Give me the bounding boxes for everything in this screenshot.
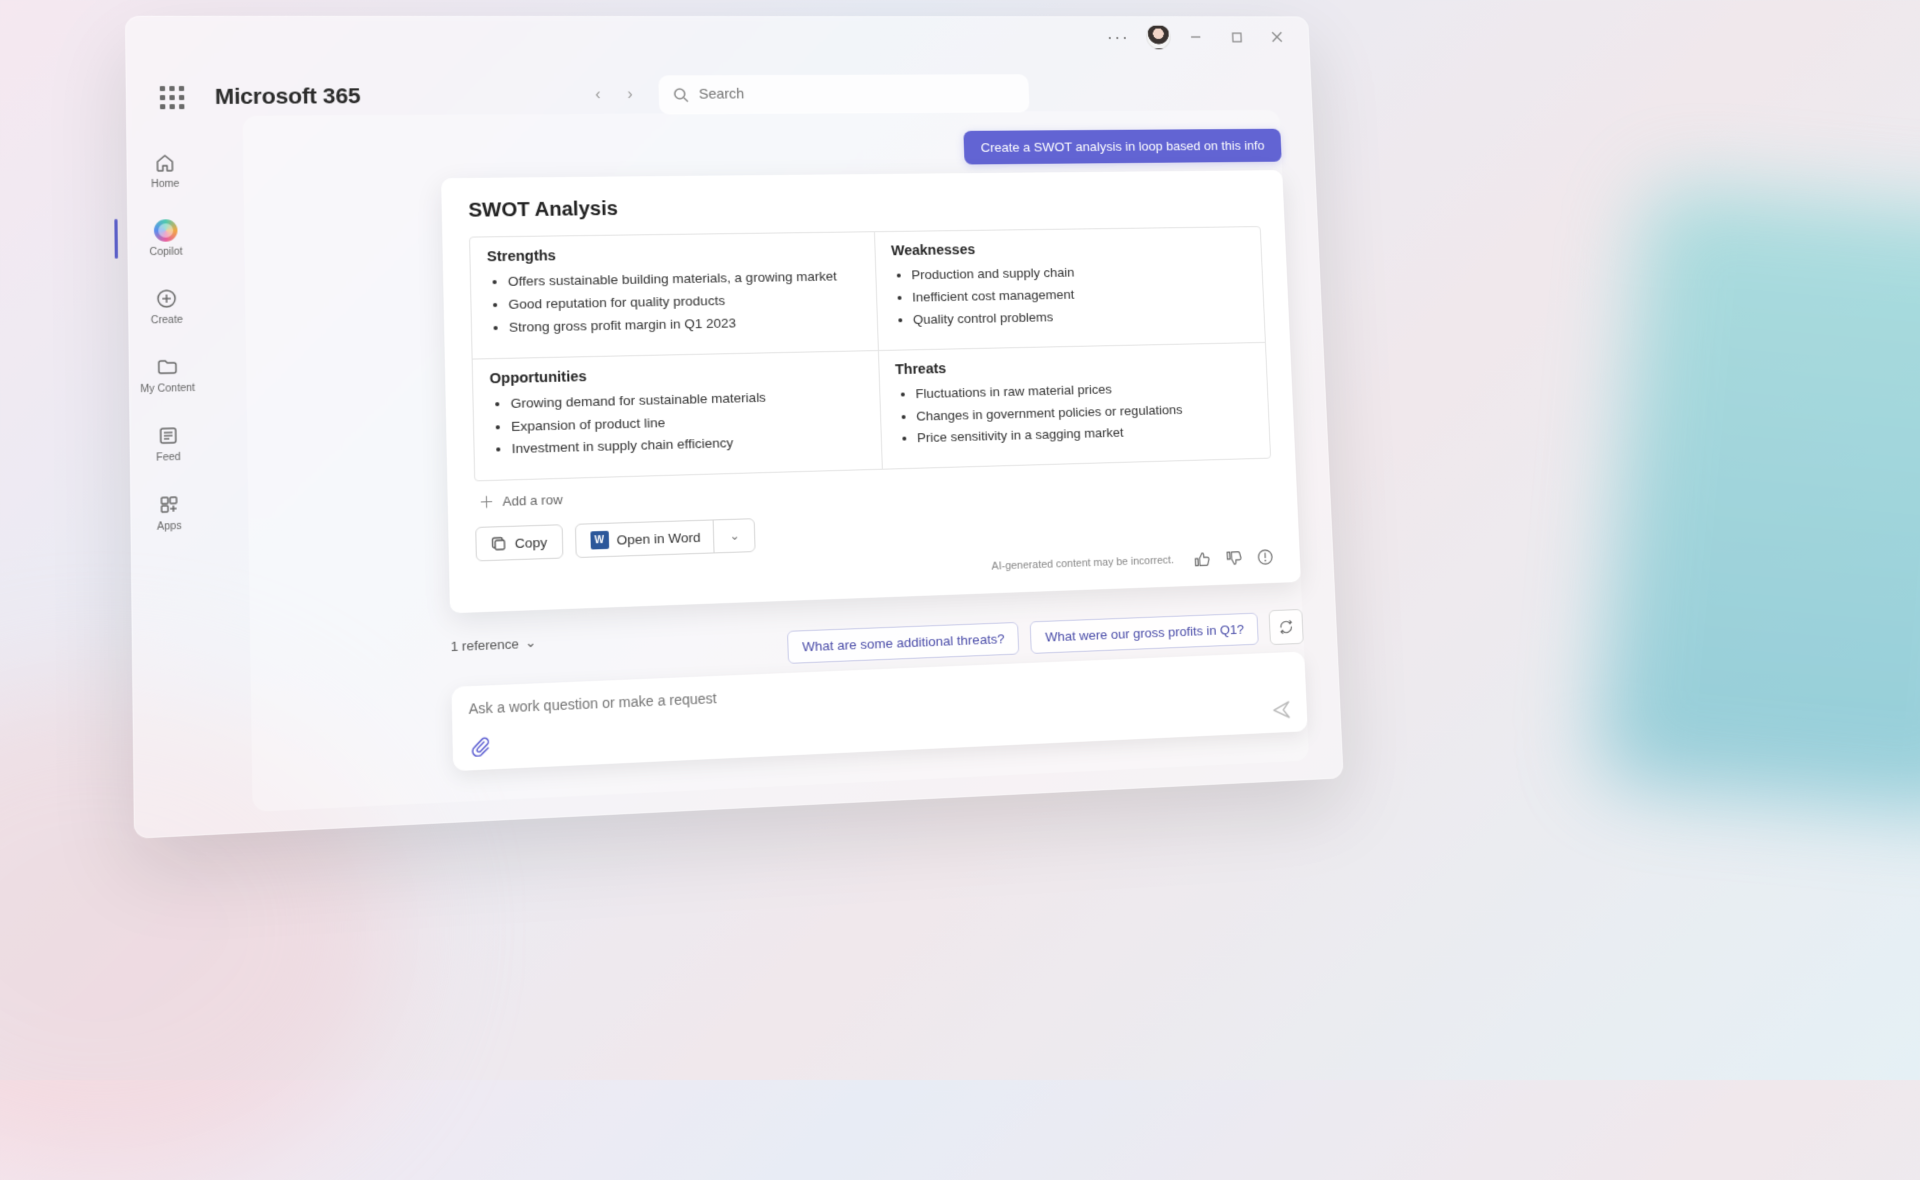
- chevron-down-icon: ⌄: [730, 529, 740, 543]
- copy-label: Copy: [515, 535, 548, 551]
- quadrant-weaknesses: Weaknesses Production and supply chainIn…: [875, 227, 1265, 351]
- folder-icon: [154, 354, 180, 379]
- quadrant-title: Strengths: [487, 244, 860, 265]
- window-minimize-button[interactable]: [1179, 23, 1212, 51]
- list-item: Good reputation for quality products: [508, 290, 861, 315]
- suggestion-chip[interactable]: What are some additional threats?: [787, 621, 1020, 663]
- open-word-dropdown[interactable]: ⌄: [712, 520, 740, 553]
- list-item: Investment in supply chain efficiency: [511, 431, 865, 459]
- quadrant-title: Weaknesses: [891, 239, 1246, 260]
- sidebar-item-mycontent[interactable]: My Content: [140, 350, 195, 399]
- paperclip-icon: [469, 736, 490, 757]
- sidebar-item-label: Feed: [156, 452, 181, 464]
- quadrant-list: Production and supply chainInefficient c…: [892, 261, 1249, 329]
- brand-title: Microsoft 365: [215, 83, 361, 110]
- send-icon: [1271, 699, 1293, 721]
- card-title: SWOT Analysis: [468, 191, 1260, 223]
- list-item: Strong gross profit margin in Q1 2023: [509, 312, 862, 337]
- search-icon: [673, 87, 689, 103]
- account-avatar[interactable]: [1146, 25, 1171, 49]
- sidebar-item-feed[interactable]: Feed: [155, 419, 181, 468]
- ai-disclaimer: AI-generated content may be incorrect.: [991, 555, 1174, 573]
- app-launcher-button[interactable]: [151, 78, 192, 116]
- open-in-word-button[interactable]: W Open in Word ⌄: [574, 519, 755, 559]
- thumbs-down-button[interactable]: [1223, 548, 1245, 570]
- list-item: Quality control problems: [913, 305, 1250, 330]
- word-icon: W: [590, 531, 609, 550]
- titlebar: ···: [1082, 16, 1310, 58]
- list-item: Offers sustainable building materials, a…: [508, 267, 860, 291]
- open-word-label: Open in Word: [616, 530, 700, 548]
- attach-button[interactable]: [469, 736, 490, 757]
- sidebar-item-home[interactable]: Home: [151, 146, 180, 194]
- add-row-label: Add a row: [502, 492, 562, 509]
- sidebar-item-label: Create: [151, 315, 183, 327]
- report-button[interactable]: [1254, 546, 1276, 568]
- sidebar-item-label: My Content: [140, 383, 195, 395]
- plus-icon: ＋: [479, 491, 495, 513]
- plus-circle-icon: [154, 286, 180, 311]
- user-message-bubble: Create a SWOT analysis in loop based on …: [963, 129, 1282, 165]
- home-icon: [152, 150, 178, 174]
- suggestion-chip[interactable]: What were our gross profits in Q1?: [1030, 612, 1259, 653]
- search-input[interactable]: [699, 86, 1016, 103]
- copy-button[interactable]: Copy: [475, 525, 563, 562]
- sidebar-item-label: Apps: [157, 521, 182, 533]
- quadrant-title: Threats: [895, 354, 1251, 377]
- copy-icon: [491, 536, 507, 552]
- quadrant-threats: Threats Fluctuations in raw material pri…: [879, 343, 1270, 469]
- sidebar-item-label: Copilot: [149, 247, 182, 259]
- more-options-button[interactable]: ···: [1099, 23, 1138, 50]
- apps-icon: [156, 492, 182, 518]
- nav-forward-button[interactable]: ›: [617, 82, 644, 108]
- chat-panel: Create a SWOT analysis in loop based on …: [243, 110, 1310, 812]
- quadrant-title: Opportunities: [489, 363, 863, 387]
- window-close-button[interactable]: [1261, 23, 1294, 51]
- list-item: Inefficient cost management: [912, 283, 1248, 307]
- sidebar-item-create[interactable]: Create: [150, 282, 183, 330]
- quadrant-list: Fluctuations in raw material pricesChang…: [896, 377, 1255, 449]
- quadrant-opportunities: Opportunities Growing demand for sustain…: [473, 351, 883, 481]
- thumbs-up-button[interactable]: [1190, 549, 1212, 571]
- copilot-icon: [153, 218, 179, 243]
- list-item: Production and supply chain: [911, 261, 1247, 285]
- swot-grid: Strengths Offers sustainable building ma…: [469, 226, 1271, 482]
- quadrant-list: Offers sustainable building materials, a…: [487, 267, 861, 337]
- sidebar-item-apps[interactable]: Apps: [156, 488, 182, 537]
- feed-icon: [155, 423, 181, 448]
- send-button[interactable]: [1271, 699, 1293, 721]
- sidebar: Home Copilot Create My Content Feed Apps: [126, 146, 208, 538]
- search-box[interactable]: [659, 74, 1030, 114]
- sidebar-item-copilot[interactable]: Copilot: [149, 214, 183, 262]
- swot-card: SWOT Analysis Strengths Offers sustainab…: [441, 170, 1301, 614]
- nav-back-button[interactable]: ‹: [585, 82, 612, 108]
- quadrant-strengths: Strengths Offers sustainable building ma…: [470, 232, 879, 359]
- sidebar-item-label: Home: [151, 179, 180, 190]
- app-window: ··· Microsoft 365 ‹ ›: [125, 16, 1344, 839]
- window-maximize-button[interactable]: [1220, 23, 1253, 51]
- refresh-suggestions-button[interactable]: [1269, 609, 1304, 645]
- refresh-icon: [1278, 619, 1294, 635]
- quadrant-list: Growing demand for sustainable materials…: [490, 386, 866, 460]
- add-row-button[interactable]: ＋ Add a row: [479, 489, 563, 513]
- list-item: Price sensitivity in a sagging market: [917, 421, 1255, 448]
